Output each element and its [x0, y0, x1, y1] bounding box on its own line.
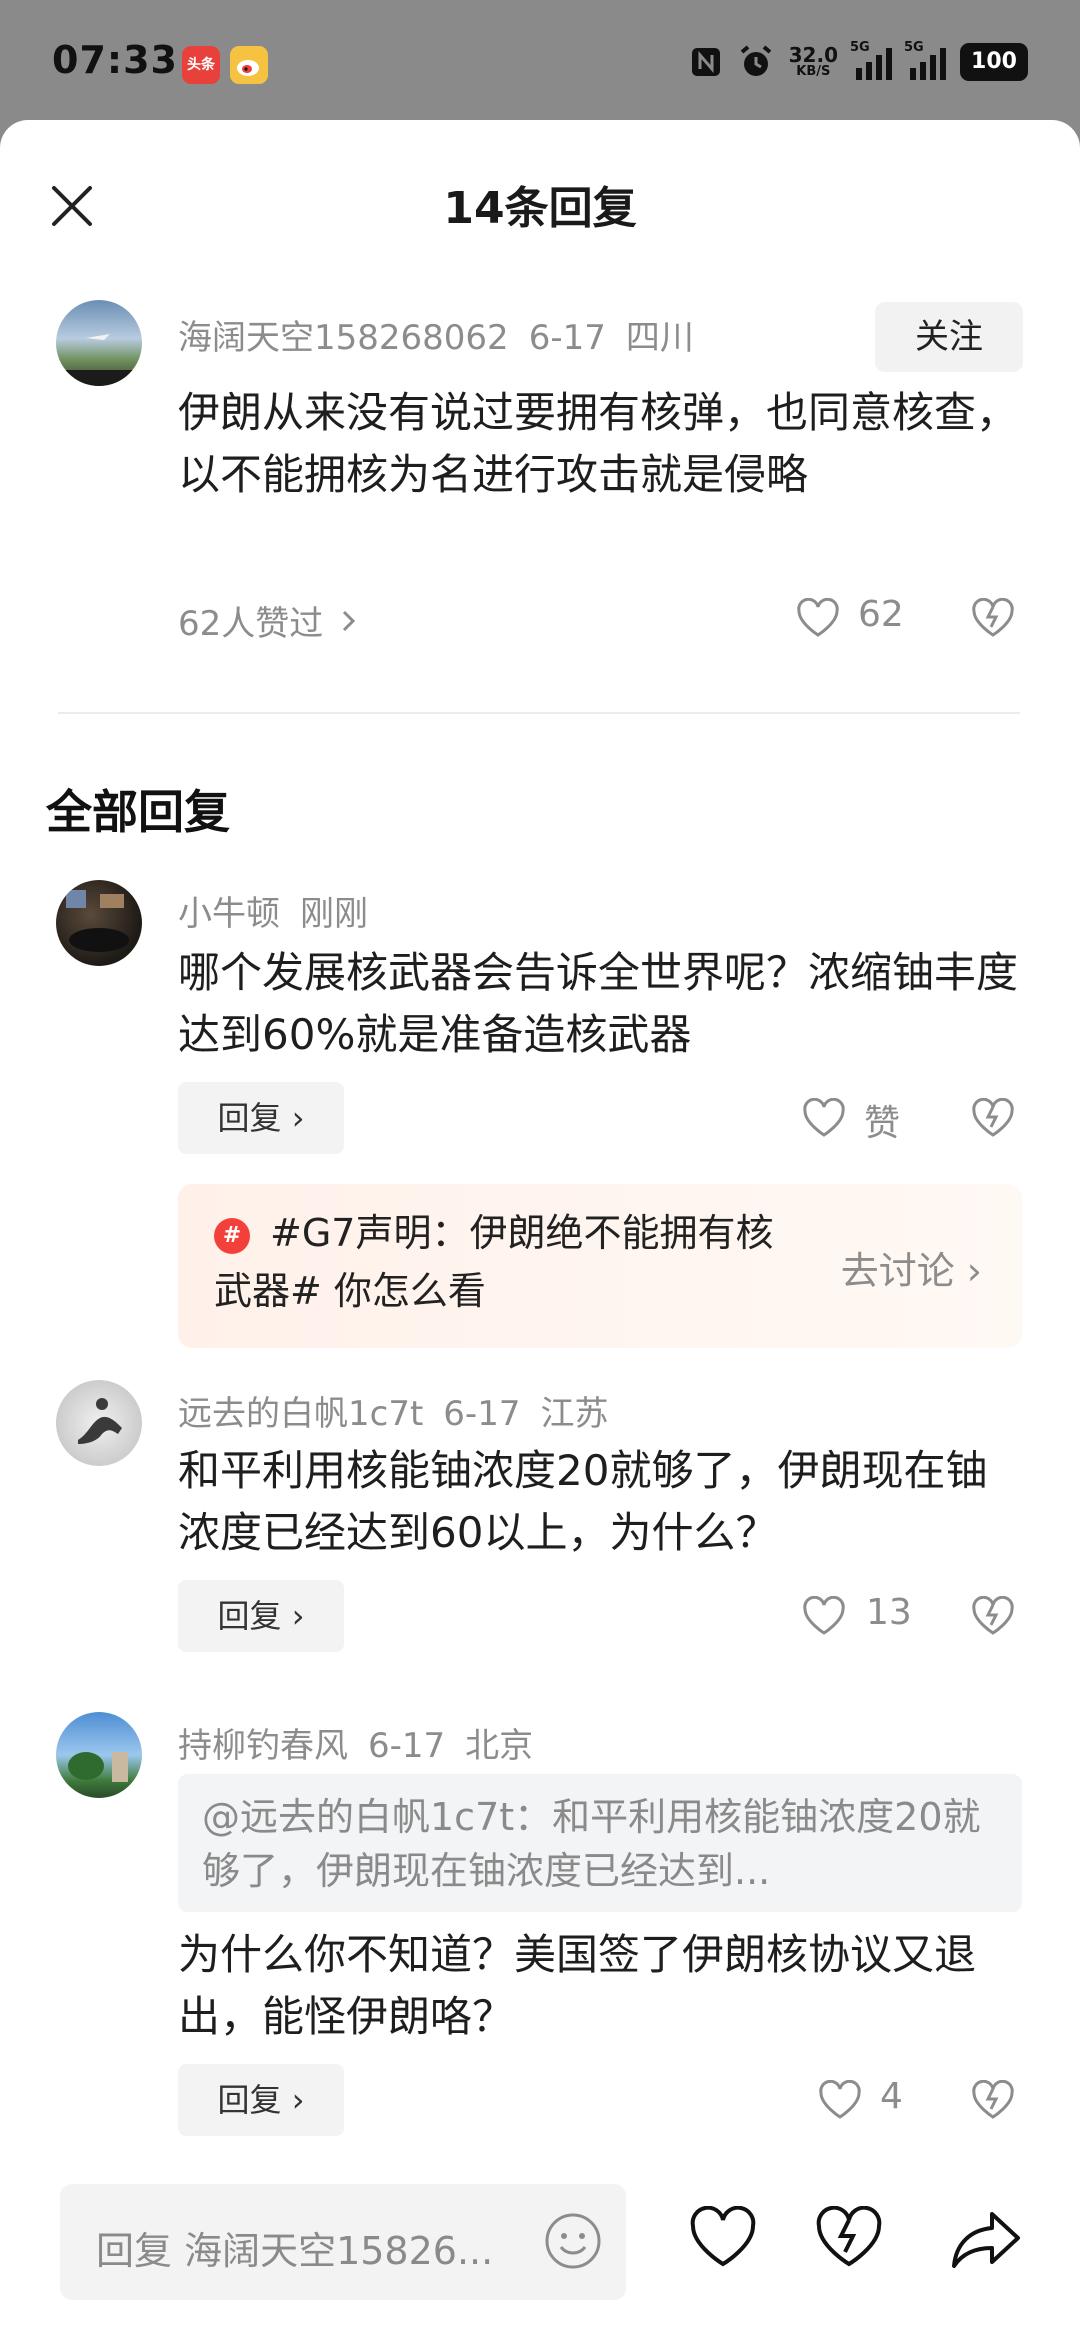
avatar[interactable] [56, 880, 142, 966]
liked-by-text: 62人赞过 [178, 604, 324, 644]
username[interactable]: 小牛顿 [178, 894, 280, 934]
dislike-icon[interactable] [970, 1098, 1016, 1138]
avatar[interactable] [56, 300, 142, 386]
like-count: 赞 [864, 1103, 901, 1144]
reply-button[interactable]: 回复 › [178, 2064, 344, 2136]
divider [58, 712, 1020, 714]
reply-meta: 远去的白帆1c7t 6-17 江苏 [178, 1386, 628, 1435]
topic-card[interactable]: # #G7声明：伊朗绝不能拥有核武器# 你怎么看 去讨论 › [178, 1184, 1022, 1348]
page-title: 14条回复 [443, 183, 637, 234]
discuss-link[interactable]: 去讨论 › [841, 1240, 982, 1295]
quoted-reply[interactable]: @远去的白帆1c7t：和平利用核能铀浓度20就够了，伊朗现在铀浓度已经达到... [178, 1774, 1022, 1912]
username[interactable]: 海阔天空158268062 [178, 318, 509, 358]
share-icon[interactable] [950, 2208, 1024, 2270]
dislike-icon[interactable] [814, 2206, 884, 2270]
bottom-bar: 回复 海阔天空15826... [0, 2184, 1080, 2334]
comment-date: 6-17 [528, 318, 606, 358]
reply-input[interactable]: 回复 海阔天空15826... [60, 2184, 626, 2300]
reply-date: 6-17 [443, 1394, 521, 1434]
like-count: 62 [858, 594, 904, 635]
follow-button[interactable]: 关注 [875, 302, 1023, 372]
comment-meta: 海阔天空158268062 6-17 四川 [178, 310, 714, 359]
battery-indicator: 100 [960, 43, 1028, 81]
reply-button[interactable]: 回复 › [178, 1082, 344, 1154]
status-icons: 32.0 KB/S 5G 5G 100 [689, 40, 1028, 84]
status-time: 07:33 [52, 38, 178, 82]
net-speed: 32.0 KB/S [788, 43, 838, 79]
like-count: 4 [880, 2076, 903, 2117]
dislike-icon[interactable] [970, 598, 1016, 638]
like-count: 13 [866, 1592, 912, 1633]
weibo-icon [230, 46, 268, 84]
reply-text: 哪个发展核武器会告诉全世界呢？浓缩铀丰度达到60%就是准备造核武器 [178, 948, 1019, 1059]
like-icon[interactable] [688, 2206, 758, 2270]
reply-sheet: 14条回复 海阔天空158268062 6-17 四川 关注 伊朗从来没有说过要拥有… [0, 120, 1080, 2334]
reply-text: 和平利用核能铀浓度20就够了，伊朗现在铀浓度已经达到60以上，为什么？ [178, 1446, 988, 1557]
reply-text: 为什么你不知道？美国签了伊朗核协议又退出，能怪伊朗咯？ [178, 1930, 977, 2041]
username[interactable]: 持柳钓春风 [178, 1726, 348, 1766]
chevron-right-icon [343, 610, 356, 631]
section-title: 全部回复 [46, 785, 230, 839]
reply-button[interactable]: 回复 › [178, 1580, 344, 1652]
avatar[interactable] [56, 1712, 142, 1798]
dislike-icon[interactable] [970, 2080, 1016, 2120]
reply-meta: 小牛顿 刚刚 [178, 886, 388, 935]
signal-icon: 5G [850, 40, 892, 80]
reply-location: 北京 [465, 1726, 534, 1766]
topic-text: #G7声明：伊朗绝不能拥有核武器# 你怎么看 [214, 1211, 774, 1313]
toutiao-app-icon: 头条 [182, 46, 220, 84]
nfc-icon [691, 48, 720, 76]
status-bar: 07:33 头条 32.0 KB/S 5G 5G 100 [0, 0, 1080, 120]
comment-location: 四川 [625, 318, 694, 358]
like-icon[interactable] [796, 598, 840, 638]
like-icon[interactable] [802, 1098, 846, 1138]
liked-by-link[interactable]: 62人赞过 [178, 596, 359, 645]
reply-input-placeholder: 回复 海阔天空15826... [96, 2229, 494, 2273]
username[interactable]: 远去的白帆1c7t [178, 1394, 423, 1434]
reply-meta: 持柳钓春风 6-17 北京 [178, 1718, 553, 1767]
reply-date: 6-17 [368, 1726, 446, 1766]
avatar[interactable] [56, 1380, 142, 1466]
emoji-icon[interactable] [542, 2210, 604, 2272]
like-icon[interactable] [818, 2080, 862, 2120]
like-icon[interactable] [802, 1596, 846, 1636]
dislike-icon[interactable] [970, 1596, 1016, 1636]
signal-icon-2: 5G [904, 40, 946, 80]
reply-date: 刚刚 [300, 894, 368, 934]
alarm-icon [740, 45, 771, 76]
comment-text: 伊朗从来没有说过要拥有核弹，也同意核查，以不能拥核为名进行攻击就是侵略 [178, 388, 1019, 499]
reply-location: 江苏 [540, 1394, 609, 1434]
